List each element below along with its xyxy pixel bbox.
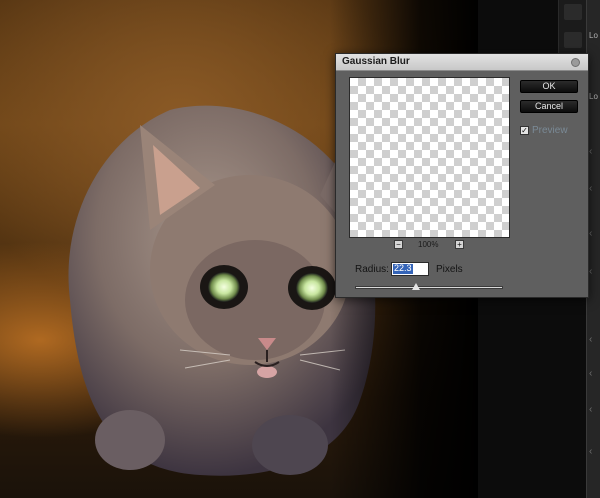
radius-label: Radius: <box>355 264 389 275</box>
panel-tab-layers[interactable]: Lo <box>589 31 598 40</box>
chevron-left-icon[interactable]: ‹ <box>589 446 592 457</box>
dialog-title: Gaussian Blur <box>342 56 410 67</box>
zoom-out-button[interactable]: − <box>394 240 403 249</box>
chevron-left-icon[interactable]: ‹ <box>589 146 592 157</box>
history-icon[interactable] <box>564 4 582 20</box>
filter-preview-pane[interactable] <box>349 77 510 238</box>
radius-slider-thumb[interactable] <box>411 283 420 290</box>
zoom-level: 100% <box>418 240 439 249</box>
ok-button[interactable]: OK <box>520 80 578 93</box>
gaussian-blur-dialog[interactable]: Gaussian Blur − 100% + Radius: 22.3 Pixe… <box>335 53 589 298</box>
chevron-left-icon[interactable]: ‹ <box>589 228 592 239</box>
cancel-button[interactable]: Cancel <box>520 100 578 113</box>
chevron-left-icon[interactable]: ‹ <box>589 183 592 194</box>
radius-unit-label: Pixels <box>436 264 463 275</box>
dialog-titlebar[interactable]: Gaussian Blur <box>336 54 588 71</box>
radius-slider-track[interactable] <box>355 286 503 289</box>
preview-label: Preview <box>532 125 568 136</box>
chevron-left-icon[interactable]: ‹ <box>589 334 592 345</box>
chevron-left-icon[interactable]: ‹ <box>589 266 592 277</box>
chevron-left-icon[interactable]: ‹ <box>589 368 592 379</box>
close-icon[interactable] <box>571 58 580 67</box>
radius-value: 22.3 <box>394 263 412 273</box>
tool-presets-icon[interactable] <box>564 32 582 48</box>
preview-checkbox[interactable]: ✓ <box>520 126 529 135</box>
panel-tab-lock[interactable]: Lo <box>589 92 598 101</box>
chevron-left-icon[interactable]: ‹ <box>589 404 592 415</box>
zoom-in-button[interactable]: + <box>455 240 464 249</box>
panel-icon-strip <box>558 0 586 60</box>
